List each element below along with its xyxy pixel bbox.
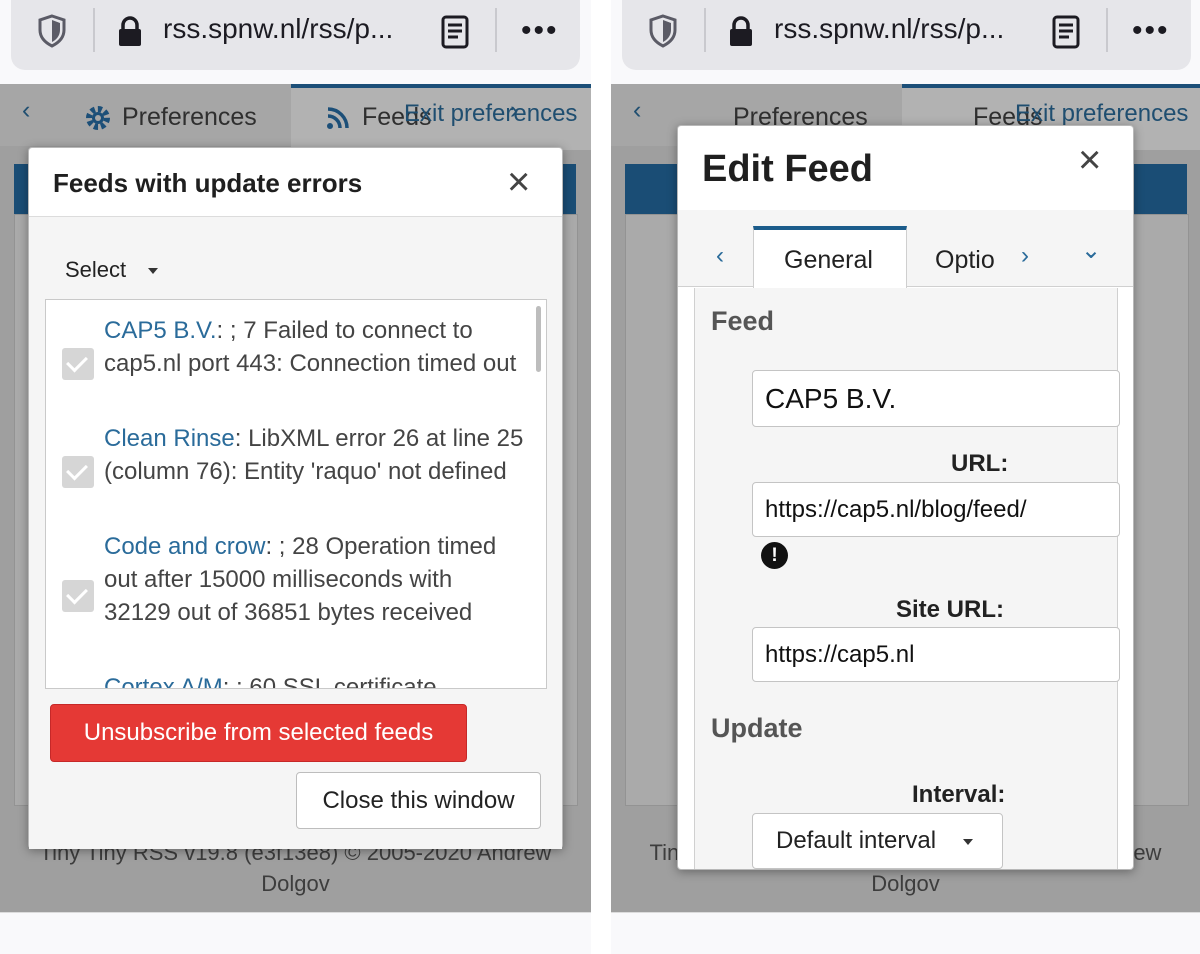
preferences-tabs: ‹ Preferences Feeds Exit preferences › — [0, 84, 591, 150]
dialog-body: Select CAP5 B.V.: ; 7 Failed to connect … — [29, 216, 562, 849]
browser-bottom-bar — [611, 912, 1200, 954]
reader-view-icon[interactable] — [441, 15, 469, 49]
tabs-next-button[interactable]: › — [510, 96, 518, 125]
interval-value: Default interval — [776, 827, 937, 854]
select-dropdown[interactable]: Select — [65, 257, 159, 283]
tabs-next-button[interactable]: › — [1021, 242, 1029, 270]
update-errors-dialog: Feeds with update errors × Select CAP5 B… — [28, 147, 563, 849]
checkbox[interactable] — [62, 456, 94, 488]
checkbox[interactable] — [62, 580, 94, 612]
caret-down-icon — [148, 268, 159, 275]
url-input[interactable]: https://cap5.nl/blog/feed/ — [752, 482, 1120, 537]
section-update-heading: Update — [711, 713, 803, 743]
more-icon[interactable]: ••• — [521, 14, 559, 48]
url-bar[interactable]: rss.spnw.nl/rss/p... ••• — [622, 0, 1191, 70]
rss-icon — [327, 107, 349, 129]
list-item: CAP5 B.V.: ; 7 Failed to connect to cap5… — [104, 314, 524, 380]
close-icon[interactable]: × — [1078, 140, 1101, 180]
separator — [704, 8, 706, 52]
tab-options[interactable]: Optio — [935, 246, 995, 275]
general-tab-pane: Feed CAP5 B.V. URL: https://cap5.nl/blog… — [694, 288, 1120, 869]
caret-down-icon — [962, 838, 973, 845]
tabs-prev-button[interactable]: ‹ — [22, 96, 30, 125]
browser-toolbar: rss.spnw.nl/rss/p... ••• — [611, 0, 1200, 84]
exit-preferences-link[interactable]: Exit preferences — [1015, 100, 1188, 128]
close-icon[interactable]: × — [507, 162, 530, 202]
lock-icon — [730, 16, 752, 46]
scrollbar[interactable] — [536, 306, 541, 372]
left-screenshot: rss.spnw.nl/rss/p... ••• ‹ Preferences F… — [0, 0, 591, 954]
feed-link[interactable]: Code and crow — [104, 533, 265, 560]
tabs-prev-button[interactable]: ‹ — [633, 96, 641, 125]
edit-feed-dialog: Edit Feed × ‹ General Optio › ⌄ Feed CAP… — [677, 125, 1134, 870]
separator — [1106, 8, 1108, 52]
warning-icon: ! — [761, 542, 788, 569]
feed-link[interactable]: Cortex A/M — [104, 674, 223, 688]
unsubscribe-button[interactable]: Unsubscribe from selected feeds — [50, 704, 467, 762]
dialog-title: Edit Feed — [702, 148, 874, 190]
tab-preferences[interactable]: Preferences — [122, 103, 257, 132]
url-text[interactable]: rss.spnw.nl/rss/p... — [163, 13, 393, 45]
exit-preferences-link[interactable]: Exit preferences — [404, 100, 577, 128]
error-feed-list[interactable]: CAP5 B.V.: ; 7 Failed to connect to cap5… — [45, 299, 547, 689]
site-url-label: Site URL: — [896, 596, 1004, 623]
separator — [93, 8, 95, 52]
browser-bottom-bar — [0, 912, 591, 954]
url-bar[interactable]: rss.spnw.nl/rss/p... ••• — [11, 0, 580, 70]
chevron-down-icon[interactable]: ⌄ — [1081, 236, 1101, 265]
shield-icon[interactable] — [37, 14, 67, 48]
interval-select[interactable]: Default interval — [752, 813, 1003, 869]
gear-icon — [86, 106, 110, 130]
list-item: Clean Rinse: LibXML error 26 at line 25 … — [104, 422, 524, 488]
panel-divider — [591, 0, 611, 954]
tabs-prev-button[interactable]: ‹ — [716, 242, 724, 270]
close-window-button[interactable]: Close this window — [296, 772, 541, 829]
feed-link[interactable]: Clean Rinse — [104, 425, 235, 452]
select-label: Select — [65, 257, 127, 282]
url-label: URL: — [951, 450, 1009, 477]
list-item: Cortex A/M: ; 60 SSL certificate — [104, 671, 524, 689]
tab-general[interactable]: General — [784, 246, 873, 275]
separator — [495, 8, 497, 52]
feed-title-input[interactable]: CAP5 B.V. — [752, 370, 1120, 427]
error-message: : ; 60 SSL certificate — [222, 674, 437, 689]
shield-icon[interactable] — [648, 14, 678, 48]
url-text[interactable]: rss.spnw.nl/rss/p... — [774, 13, 1004, 45]
interval-label: Interval: — [912, 781, 1006, 808]
browser-toolbar: rss.spnw.nl/rss/p... ••• — [0, 0, 591, 84]
footer-line-2: Dolgov — [261, 871, 330, 896]
more-icon[interactable]: ••• — [1132, 14, 1170, 48]
feed-link[interactable]: CAP5 B.V. — [104, 317, 217, 344]
lock-icon — [119, 16, 141, 46]
list-item: Code and crow: ; 28 Operation timed out … — [104, 530, 524, 629]
site-url-input[interactable]: https://cap5.nl — [752, 627, 1120, 682]
checkbox[interactable] — [62, 348, 94, 380]
reader-view-icon[interactable] — [1052, 15, 1080, 49]
dialog-title: Feeds with update errors — [53, 168, 363, 198]
footer-line-2: Dolgov — [871, 871, 940, 896]
right-screenshot: rss.spnw.nl/rss/p... ••• ‹ Preferences F… — [611, 0, 1200, 954]
section-feed-heading: Feed — [711, 306, 775, 336]
